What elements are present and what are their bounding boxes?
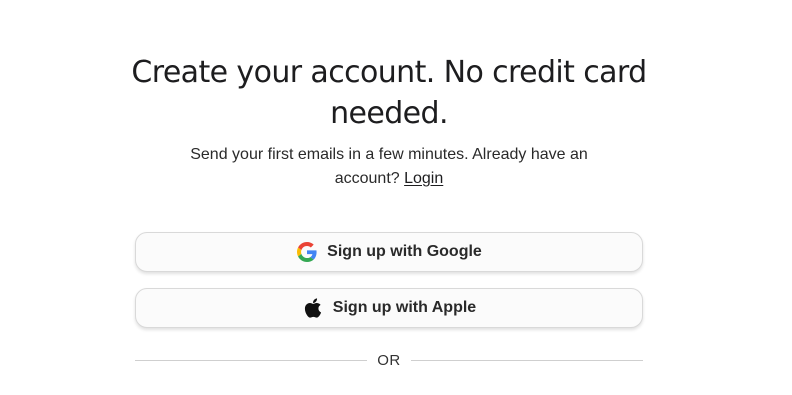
google-button-label: Sign up with Google: [327, 243, 482, 260]
page-title: Create your account. No credit card need…: [131, 55, 647, 131]
subtitle-prefix: Send your first emails in a few minutes.…: [190, 146, 588, 187]
apple-icon: [302, 297, 324, 319]
subtitle-text: Send your first emails in a few minutes.…: [189, 143, 589, 191]
sign-up-with-apple-button[interactable]: Sign up with Apple: [135, 288, 643, 328]
login-link[interactable]: Login: [404, 170, 443, 187]
or-divider: OR: [135, 348, 643, 372]
divider-line-left: [135, 359, 368, 361]
apple-button-label: Sign up with Apple: [332, 299, 477, 316]
divider-line-right: [410, 359, 643, 361]
google-icon: [296, 241, 318, 263]
divider-label: OR: [377, 351, 401, 369]
sign-up-with-google-button[interactable]: Sign up with Google: [135, 232, 643, 272]
